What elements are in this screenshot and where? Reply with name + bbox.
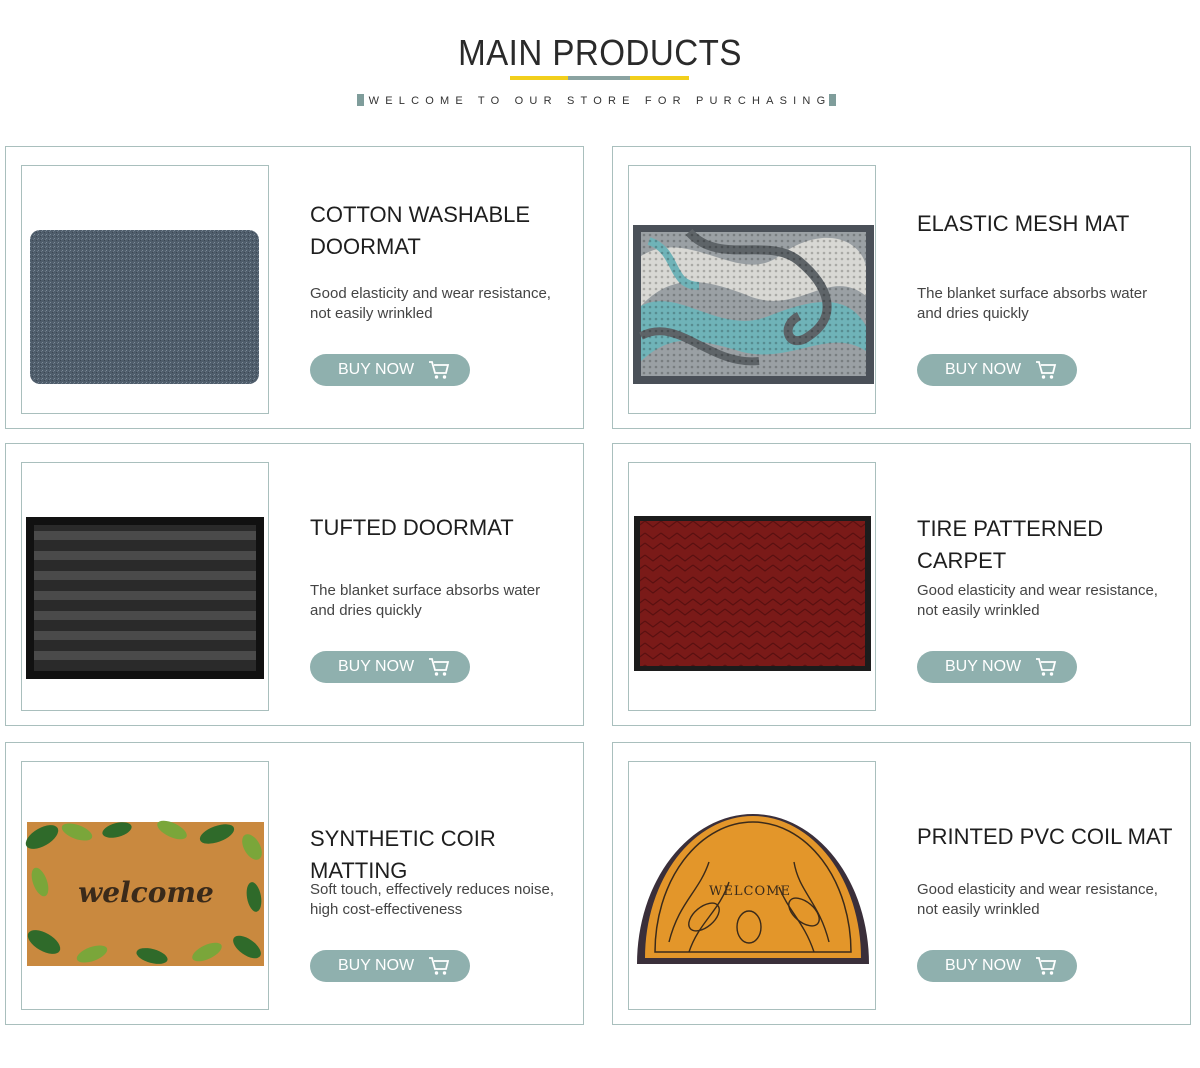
cart-icon bbox=[429, 957, 450, 975]
product-description: The blanket surface absorbs water and dr… bbox=[310, 582, 541, 619]
product-description: Good elasticity and wear resistance, not… bbox=[310, 285, 551, 322]
product-title: SYNTHETIC COIR MATTING bbox=[310, 826, 496, 883]
product-title: ELASTIC MESH MAT bbox=[917, 211, 1130, 236]
product-image-synthetic-coir[interactable]: welcome bbox=[21, 761, 269, 1010]
cart-icon bbox=[429, 361, 450, 379]
product-card-printed-pvc: WELCOME PRINTED PVC COIL MAT Good elasti… bbox=[612, 742, 1191, 1025]
buy-now-button[interactable]: BUY NOW bbox=[310, 950, 470, 982]
section-header: MAIN PRODUCTS WELCOME TO OUR STORE FOR P… bbox=[0, 0, 1200, 146]
product-title: TIRE PATTERNED CARPET bbox=[917, 516, 1104, 573]
product-card-tire-patterned: TIRE PATTERNED CARPET Good elasticity an… bbox=[612, 443, 1191, 726]
product-title: PRINTED PVC COIL MAT bbox=[917, 824, 1173, 849]
product-description: The blanket surface absorbs water and dr… bbox=[917, 285, 1148, 322]
product-image-tire-patterned[interactable] bbox=[628, 462, 876, 711]
cart-icon bbox=[1036, 361, 1057, 379]
buy-now-label: BUY NOW bbox=[338, 361, 415, 378]
buy-now-button[interactable]: BUY NOW bbox=[310, 354, 470, 386]
product-card-elastic-mesh: ELASTIC MESH MAT The blanket surface abs… bbox=[612, 146, 1191, 429]
mat-welcome-text: welcome bbox=[78, 876, 214, 909]
cart-icon bbox=[1036, 957, 1057, 975]
product-image-elastic-mesh[interactable] bbox=[628, 165, 876, 414]
product-card-cotton-washable: COTTON WASHABLE DOORMAT Good elasticity … bbox=[5, 146, 584, 429]
product-description: Good elasticity and wear resistance, not… bbox=[917, 881, 1158, 918]
product-description: Soft touch, effectively reduces noise, h… bbox=[310, 881, 555, 918]
section-subtitle: WELCOME TO OUR STORE FOR PURCHASING bbox=[368, 95, 832, 107]
title-underline-accent bbox=[568, 76, 630, 80]
product-title: TUFTED DOORMAT bbox=[310, 515, 514, 540]
section-title: MAIN PRODUCTS bbox=[458, 32, 742, 73]
cart-icon bbox=[1036, 658, 1057, 676]
buy-now-label: BUY NOW bbox=[338, 658, 415, 675]
mat-welcome-text: WELCOME bbox=[709, 884, 791, 899]
buy-now-label: BUY NOW bbox=[945, 658, 1022, 675]
buy-now-button[interactable]: BUY NOW bbox=[917, 950, 1077, 982]
subtitle-right-marker bbox=[829, 94, 836, 106]
buy-now-button[interactable]: BUY NOW bbox=[310, 651, 470, 683]
product-title: COTTON WASHABLE DOORMAT bbox=[310, 202, 531, 259]
buy-now-button[interactable]: BUY NOW bbox=[917, 651, 1077, 683]
cart-icon bbox=[429, 658, 450, 676]
buy-now-label: BUY NOW bbox=[338, 957, 415, 974]
product-image-printed-pvc[interactable]: WELCOME bbox=[628, 761, 876, 1010]
product-description: Good elasticity and wear resistance, not… bbox=[917, 582, 1158, 619]
buy-now-label: BUY NOW bbox=[945, 957, 1022, 974]
buy-now-button[interactable]: BUY NOW bbox=[917, 354, 1077, 386]
product-card-synthetic-coir: welcome SYNTHETIC COIR MATTING Soft touc… bbox=[5, 742, 584, 1025]
product-image-cotton-washable[interactable] bbox=[21, 165, 269, 414]
product-card-tufted: TUFTED DOORMAT The blanket surface absor… bbox=[5, 443, 584, 726]
buy-now-label: BUY NOW bbox=[945, 361, 1022, 378]
product-image-tufted[interactable] bbox=[21, 462, 269, 711]
